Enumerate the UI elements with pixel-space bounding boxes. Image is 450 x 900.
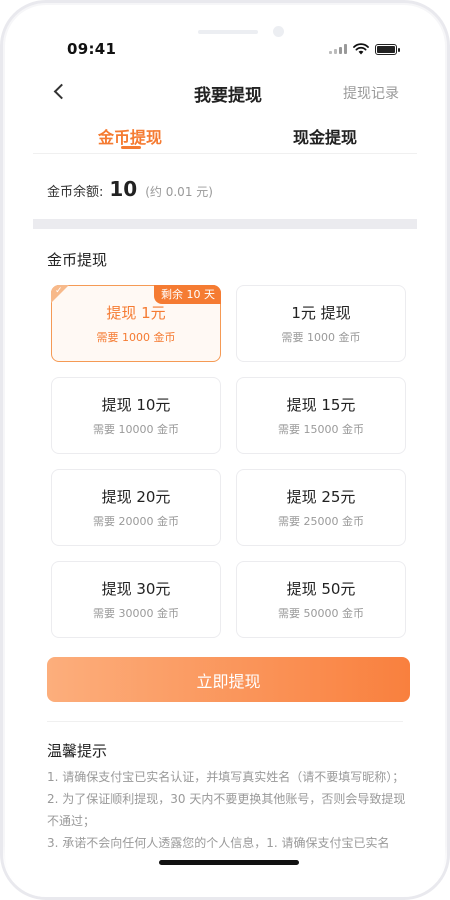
option-title: 提现 25元 — [286, 488, 356, 506]
withdraw-option[interactable]: 提现 15元 需要 15000 金币 — [236, 377, 406, 454]
bottom-fade — [3, 845, 447, 897]
withdraw-option[interactable]: 提现 20元 需要 20000 金币 — [51, 469, 221, 546]
option-cost: 需要 1000 金币 — [96, 331, 176, 344]
tab-coin-withdraw[interactable]: 金币提现 — [98, 124, 162, 148]
option-title: 提现 30元 — [101, 580, 171, 598]
option-cost: 需要 10000 金币 — [93, 423, 179, 436]
option-title: 提现 15元 — [286, 396, 356, 414]
tip-item: 2. 为了保证顺利提现，30 天内不要更换其他账号，否则会导致提现不通过； — [47, 792, 406, 828]
days-left-badge: 剩余 10 天 — [154, 285, 221, 304]
balance-value: 10 — [109, 177, 138, 201]
withdraw-option[interactable]: 提现 50元 需要 50000 金币 — [236, 561, 406, 638]
option-cost: 需要 15000 金币 — [278, 423, 364, 436]
balance-label: 金币余额: — [47, 185, 104, 200]
front-camera — [273, 26, 284, 37]
battery-icon — [375, 43, 400, 55]
phone-frame: 09:41 我要提现 提现记录 金币提现 现金提现 金币余额: 10 (约 0.… — [0, 0, 450, 900]
home-indicator[interactable] — [159, 860, 299, 865]
withdraw-option[interactable]: 提现 30元 需要 30000 金币 — [51, 561, 221, 638]
status-time: 09:41 — [67, 40, 117, 58]
option-title: 提现 1元 — [106, 304, 166, 322]
option-title: 提现 20元 — [101, 488, 171, 506]
speaker-grille — [198, 30, 258, 34]
section-title: 金币提现 — [47, 251, 108, 269]
option-title: 提现 50元 — [286, 580, 356, 598]
tab-divider — [33, 153, 417, 154]
withdraw-now-button[interactable]: 立即提现 — [47, 657, 410, 702]
tip-item: 1. 请确保支付宝已实名认证，并填写真实姓名（请不要填写昵称）； — [47, 770, 405, 784]
option-cost: 需要 50000 金币 — [278, 607, 364, 620]
withdraw-options-grid: ✓ 剩余 10 天 提现 1元 需要 1000 金币 1元 提现 需要 1000… — [51, 285, 406, 638]
withdraw-option[interactable]: 提现 10元 需要 10000 金币 — [51, 377, 221, 454]
option-cost: 需要 1000 金币 — [281, 331, 361, 344]
signal-icon — [329, 44, 347, 54]
tips-divider — [47, 721, 403, 722]
tab-active-indicator — [121, 146, 141, 149]
section-separator — [33, 219, 417, 229]
withdraw-option[interactable]: 提现 25元 需要 25000 金币 — [236, 469, 406, 546]
withdraw-history-link[interactable]: 提现记录 — [343, 83, 399, 103]
check-icon: ✓ — [55, 286, 63, 296]
withdraw-option[interactable]: ✓ 剩余 10 天 提现 1元 需要 1000 金币 — [51, 285, 221, 362]
option-cost: 需要 30000 金币 — [93, 607, 179, 620]
tab-cash-withdraw[interactable]: 现金提现 — [293, 124, 357, 148]
option-cost: 需要 20000 金币 — [93, 515, 179, 528]
coin-balance: 金币余额: 10 (约 0.01 元) — [47, 177, 213, 201]
option-title: 提现 10元 — [101, 396, 171, 414]
balance-approx: (约 0.01 元) — [145, 185, 213, 199]
tips-title: 温馨提示 — [47, 742, 108, 760]
option-cost: 需要 25000 金币 — [278, 515, 364, 528]
wifi-icon — [353, 43, 369, 55]
withdraw-option[interactable]: 1元 提现 需要 1000 金币 — [236, 285, 406, 362]
tips-list: 1. 请确保支付宝已实名认证，并填写真实姓名（请不要填写昵称）； 2. 为了保证… — [47, 766, 409, 854]
status-icons — [329, 43, 400, 55]
option-title: 1元 提现 — [291, 304, 351, 322]
